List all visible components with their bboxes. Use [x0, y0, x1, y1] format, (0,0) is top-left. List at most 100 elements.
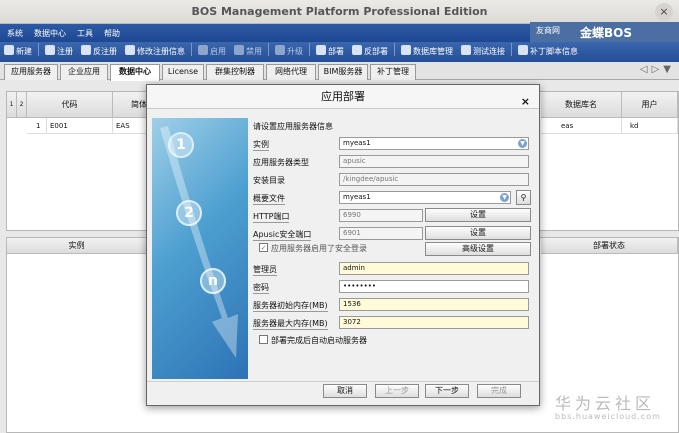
- profile-label: 概要文件: [253, 194, 285, 205]
- disable-button[interactable]: 禁用: [230, 42, 266, 62]
- next-button[interactable]: 下一步: [425, 384, 469, 398]
- install-dir-field: /kingdee/apusic: [339, 173, 529, 186]
- ssl-login-checkbox[interactable]: ✓: [259, 243, 268, 252]
- tab-enterprise-app[interactable]: 企业应用: [60, 64, 108, 80]
- http-port-settings-button[interactable]: 设置: [425, 208, 531, 222]
- new-icon: [4, 45, 14, 55]
- toolbar-divider: [38, 43, 39, 56]
- autostart-label: 部署完成后自动启动服务器: [271, 336, 367, 345]
- tab-menu-icon[interactable]: ▼: [663, 64, 675, 75]
- previous-button[interactable]: 上一步: [375, 384, 419, 398]
- new-button[interactable]: 新建: [0, 42, 36, 62]
- finish-button[interactable]: 完成: [477, 384, 521, 398]
- chevron-down-icon[interactable]: ▼: [518, 139, 527, 148]
- server-type-field: apusic: [339, 155, 529, 168]
- upgrade-icon: [275, 45, 285, 55]
- register-button[interactable]: 注册: [41, 42, 77, 62]
- toolbar-divider: [191, 43, 192, 56]
- enable-button[interactable]: 启用: [194, 42, 230, 62]
- menu-system[interactable]: 系统: [0, 24, 27, 39]
- tab-scroll-left-icon[interactable]: ◁: [640, 64, 652, 75]
- menu-help[interactable]: 帮助: [97, 24, 124, 39]
- ssl-port-field[interactable]: 6901: [339, 227, 423, 240]
- dialog-footer-divider: [147, 381, 539, 382]
- autostart-checkbox[interactable]: [259, 335, 268, 344]
- ssl-login-label: 应用服务器启用了安全登录: [271, 244, 367, 253]
- patch-script-icon: [518, 45, 528, 55]
- tab-app-server[interactable]: 应用服务器: [4, 64, 58, 80]
- deploy-icon: [316, 45, 326, 55]
- window-close-button[interactable]: ×: [655, 3, 673, 21]
- http-port-field[interactable]: 6990: [339, 209, 423, 222]
- toolbar-divider: [394, 43, 395, 56]
- column-header-db-name[interactable]: 数据库名: [541, 92, 622, 118]
- tab-patch-manage[interactable]: 补丁管理: [370, 64, 416, 80]
- menu-tools[interactable]: 工具: [70, 24, 97, 39]
- brand-name: 金蝶BOS: [580, 26, 632, 40]
- window-title: BOS Management Platform Professional Edi…: [191, 5, 488, 18]
- database-icon: [401, 45, 411, 55]
- row-mark-header: 1: [7, 92, 17, 118]
- watermark-url: bbs.huaweicloud.com: [555, 412, 661, 421]
- brand-logo: 友商网 金蝶BOS: [530, 22, 679, 42]
- password-input[interactable]: ••••••••: [339, 280, 529, 293]
- edit-registration-icon: [125, 45, 135, 55]
- dialog-title: 应用部署: [321, 90, 365, 103]
- unregister-button[interactable]: 反注册: [77, 42, 121, 62]
- enable-icon: [198, 45, 208, 55]
- max-memory-input[interactable]: 3072: [339, 316, 529, 329]
- form-prompt: 请设置应用服务器信息: [253, 122, 333, 131]
- test-connection-button[interactable]: 测试连接: [457, 42, 509, 62]
- tab-network-proxy[interactable]: 网络代理: [266, 64, 316, 80]
- cancel-button[interactable]: 取消: [323, 384, 367, 398]
- max-memory-label: 服务器最大内存(MB): [253, 319, 328, 330]
- table-cell-code[interactable]: E001: [47, 118, 113, 134]
- chevron-down-icon[interactable]: ▼: [500, 193, 509, 202]
- profile-select[interactable]: myeas1 ▼: [339, 191, 511, 204]
- undeploy-button[interactable]: 反部署: [348, 42, 392, 62]
- instance-select[interactable]: myeas1 ▼: [339, 137, 529, 150]
- edit-registration-button[interactable]: 修改注册信息: [121, 42, 189, 62]
- tab-bar: 应用服务器 企业应用 数据中心 License 群集控制器 网络代理 BIM服务…: [0, 62, 679, 81]
- toolbar: 新建 注册 反注册 修改注册信息 启用 禁用 升级 部署 反部署 数据库管理 测试连接 补丁脚本信息: [0, 42, 679, 62]
- upgrade-button[interactable]: 升级: [271, 42, 307, 62]
- toolbar-divider: [268, 43, 269, 56]
- menu-data-center[interactable]: 数据中心: [27, 24, 70, 39]
- tab-cluster-controller[interactable]: 群集控制器: [206, 64, 264, 80]
- deploy-button[interactable]: 部署: [312, 42, 348, 62]
- patch-script-info-button[interactable]: 补丁脚本信息: [514, 42, 582, 62]
- tab-data-center[interactable]: 数据中心: [110, 64, 160, 81]
- advanced-settings-button[interactable]: 高级设置: [425, 242, 531, 256]
- min-memory-label: 服务器初始内存(MB): [253, 301, 328, 312]
- disable-icon: [234, 45, 244, 55]
- tab-license[interactable]: License: [162, 64, 204, 80]
- profile-search-button[interactable]: ⚲: [516, 190, 531, 205]
- database-manage-button[interactable]: 数据库管理: [397, 42, 457, 62]
- column-header-user[interactable]: 用户: [622, 92, 678, 118]
- dialog-title-bar: 应用部署 ×: [147, 85, 539, 109]
- deploy-dialog: 应用部署 × 1 2 n 请设置应用服务器信息 实例 myeas1▼ 应用服务器…: [146, 84, 540, 406]
- unregister-icon: [81, 45, 91, 55]
- search-icon: ⚲: [520, 193, 527, 202]
- toolbar-divider: [309, 43, 310, 56]
- table-cell-db-name[interactable]: eas: [541, 118, 622, 134]
- watermark-title: 华为云社区: [555, 394, 656, 413]
- server-type-label: 应用服务器类型: [253, 158, 309, 167]
- install-dir-label: 安装目录: [253, 176, 285, 185]
- http-port-label: HTTP端口: [253, 212, 290, 223]
- column-header-instance[interactable]: 实例: [7, 238, 147, 254]
- tab-bim-server[interactable]: BIM服务器: [318, 64, 368, 80]
- min-memory-input[interactable]: 1536: [339, 298, 529, 311]
- password-label: 密码: [253, 283, 269, 294]
- ssl-port-label: Apusic安全端口: [253, 230, 312, 241]
- admin-label: 管理员: [253, 265, 277, 276]
- admin-input[interactable]: admin: [339, 262, 529, 275]
- column-header-deploy-status[interactable]: 部署状态: [541, 238, 678, 254]
- register-icon: [45, 45, 55, 55]
- tab-scroll-right-icon[interactable]: ▷: [652, 64, 664, 75]
- table-cell-user[interactable]: kd: [622, 118, 678, 134]
- wizard-side-banner: 1 2 n: [152, 118, 248, 379]
- ssl-port-settings-button[interactable]: 设置: [425, 226, 531, 240]
- column-header-code[interactable]: 代码: [27, 92, 113, 118]
- dialog-close-icon[interactable]: ×: [521, 90, 530, 114]
